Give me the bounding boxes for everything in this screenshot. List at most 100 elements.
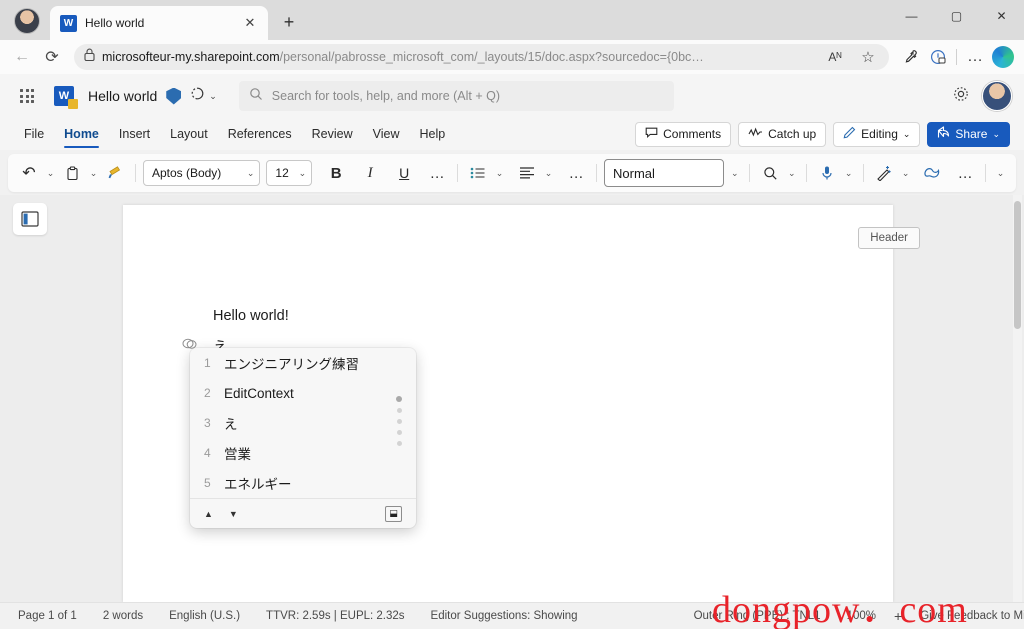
telemetry-label: TTVR: 2.59s | EUPL: 2.32s bbox=[266, 610, 405, 622]
address-bar[interactable]: microsofteur-my.sharepoint.com/personal/… bbox=[74, 44, 889, 70]
microphone-icon[interactable] bbox=[814, 160, 840, 186]
bold-button[interactable]: B bbox=[323, 160, 349, 186]
collapse-ribbon-icon[interactable]: ⌄ bbox=[993, 160, 1008, 186]
candidate-text: え bbox=[224, 417, 238, 432]
scrollbar-thumb[interactable] bbox=[1014, 201, 1021, 329]
style-chevron-down-icon[interactable]: ⌄ bbox=[727, 160, 742, 186]
font-size-select[interactable]: 12 ⌄ bbox=[266, 160, 313, 186]
ime-next-page-icon[interactable]: ▼ bbox=[229, 509, 238, 519]
paragraph-style-select[interactable]: Normal bbox=[604, 159, 725, 187]
close-window-icon[interactable]: ✕ bbox=[979, 0, 1024, 32]
minimize-icon[interactable]: — bbox=[889, 0, 934, 32]
zoom-level-label[interactable]: 100% bbox=[847, 610, 876, 622]
read-aloud-icon[interactable]: Aᴺ bbox=[822, 44, 848, 70]
find-chevron-down-icon[interactable]: ⌄ bbox=[784, 160, 799, 186]
navigation-pane-icon[interactable] bbox=[13, 203, 47, 235]
catch-up-label: Catch up bbox=[768, 127, 817, 141]
candidate-text: エンジニアリング練習 bbox=[224, 357, 359, 372]
page-count-label[interactable]: Page 1 of 1 bbox=[18, 610, 77, 622]
gear-icon[interactable] bbox=[952, 85, 970, 108]
chevron-down-icon[interactable]: ⌄ bbox=[209, 91, 217, 102]
copilot-icon[interactable] bbox=[990, 44, 1016, 70]
italic-button[interactable]: I bbox=[357, 160, 383, 186]
more-tools-icon[interactable]: … bbox=[952, 160, 978, 186]
comments-button[interactable]: Comments bbox=[635, 121, 732, 147]
font-family-select[interactable]: Aptos (Body) ⌄ bbox=[142, 160, 261, 186]
browser-more-icon[interactable]: … bbox=[962, 44, 988, 70]
bullets-chevron-down-icon[interactable]: ⌄ bbox=[492, 160, 507, 186]
header-chip[interactable]: Header bbox=[858, 227, 920, 249]
find-search-icon[interactable] bbox=[757, 160, 783, 186]
undo-chevron-down-icon[interactable]: ⌄ bbox=[43, 160, 58, 186]
reload-icon[interactable]: ⟳ bbox=[38, 44, 66, 70]
editing-mode-button[interactable]: Editing ⌄ bbox=[833, 121, 921, 147]
candidate-index: 1 bbox=[204, 356, 211, 370]
autosave-status[interactable]: ⌄ bbox=[190, 86, 217, 106]
word-count-label[interactable]: 2 words bbox=[103, 610, 143, 622]
paste-chevron-down-icon[interactable]: ⌄ bbox=[86, 160, 101, 186]
new-tab-button[interactable]: + bbox=[274, 7, 304, 37]
ime-prev-page-icon[interactable]: ▲ bbox=[204, 509, 213, 519]
format-painter-icon[interactable] bbox=[102, 160, 128, 186]
close-tab-icon[interactable]: ✕ bbox=[240, 13, 260, 33]
back-icon[interactable]: ← bbox=[8, 44, 36, 70]
tab-help[interactable]: Help bbox=[410, 123, 456, 145]
candidate-text: エネルギー bbox=[224, 477, 292, 492]
align-chevron-down-icon[interactable]: ⌄ bbox=[541, 160, 556, 186]
search-box[interactable]: Search for tools, help, and more (Alt + … bbox=[238, 81, 674, 111]
document-scrollbar[interactable] bbox=[1013, 195, 1022, 602]
search-icon bbox=[249, 87, 263, 106]
undo-icon[interactable]: ↶ bbox=[16, 160, 42, 186]
candidate-text: 営業 bbox=[224, 447, 251, 462]
zoom-in-button[interactable]: + bbox=[894, 608, 902, 624]
share-icon bbox=[937, 126, 950, 142]
ime-candidate-2[interactable]: 2 EditContext bbox=[190, 378, 416, 408]
maximize-icon[interactable]: ▢ bbox=[934, 0, 979, 32]
designer-chevron-down-icon[interactable]: ⌄ bbox=[898, 160, 913, 186]
tracking-prevention-icon[interactable] bbox=[925, 44, 951, 70]
bulleted-list-icon[interactable] bbox=[465, 160, 491, 186]
give-feedback-link[interactable]: Give Feedback to Microsoft bbox=[920, 610, 1024, 622]
tab-review[interactable]: Review bbox=[302, 123, 363, 145]
tab-file[interactable]: File bbox=[14, 123, 54, 145]
tab-references[interactable]: References bbox=[218, 123, 302, 145]
profile-avatar bbox=[14, 8, 40, 34]
ime-scroll-indicator[interactable] bbox=[396, 396, 402, 446]
more-paragraph-options-icon[interactable]: … bbox=[563, 160, 589, 186]
app-launcher-icon[interactable] bbox=[12, 81, 42, 111]
protected-shield-icon bbox=[166, 87, 182, 105]
user-avatar[interactable] bbox=[982, 81, 1012, 111]
candidate-text: EditContext bbox=[224, 385, 294, 401]
copilot-icon[interactable] bbox=[919, 160, 945, 186]
document-title[interactable]: Hello world bbox=[88, 88, 157, 104]
catch-up-button[interactable]: Catch up bbox=[738, 121, 827, 147]
ime-candidate-5[interactable]: 5 エネルギー bbox=[190, 468, 416, 498]
ime-pin-icon[interactable]: ⬓ bbox=[385, 505, 402, 522]
ime-candidate-popup[interactable]: 1 エンジニアリング練習 2 EditContext 3 え 4 営業 5 エネ… bbox=[190, 348, 416, 528]
tab-layout[interactable]: Layout bbox=[160, 123, 218, 145]
ime-candidate-4[interactable]: 4 営業 bbox=[190, 438, 416, 468]
language-label[interactable]: English (U.S.) bbox=[169, 610, 240, 622]
tab-home[interactable]: Home bbox=[54, 123, 109, 148]
favorite-star-icon[interactable]: ☆ bbox=[855, 44, 881, 70]
editor-suggestions-label[interactable]: Editor Suggestions: Showing bbox=[431, 610, 578, 622]
waffle-grid bbox=[20, 89, 34, 103]
sync-icon bbox=[190, 86, 205, 106]
font-size-value: 12 bbox=[275, 166, 289, 180]
profile-button[interactable] bbox=[4, 2, 50, 40]
tab-insert[interactable]: Insert bbox=[109, 123, 160, 145]
browser-tab[interactable]: W Hello world ✕ bbox=[50, 6, 268, 40]
paste-clipboard-icon[interactable] bbox=[59, 160, 85, 186]
dictate-chevron-down-icon[interactable]: ⌄ bbox=[841, 160, 856, 186]
magic-wand-icon[interactable] bbox=[871, 160, 897, 186]
copilot-glyph bbox=[992, 46, 1014, 68]
search-input[interactable]: Search for tools, help, and more (Alt + … bbox=[272, 89, 500, 103]
more-font-options-icon[interactable]: … bbox=[424, 160, 450, 186]
share-button[interactable]: Share ⌄ bbox=[927, 121, 1010, 147]
tab-view[interactable]: View bbox=[363, 123, 410, 145]
underline-button[interactable]: U bbox=[391, 160, 417, 186]
paragraph-align-icon[interactable] bbox=[514, 160, 540, 186]
ime-candidate-3[interactable]: 3 え bbox=[190, 408, 416, 438]
eyedropper-icon[interactable] bbox=[897, 44, 923, 70]
ime-candidate-1[interactable]: 1 エンジニアリング練習 bbox=[190, 348, 416, 378]
